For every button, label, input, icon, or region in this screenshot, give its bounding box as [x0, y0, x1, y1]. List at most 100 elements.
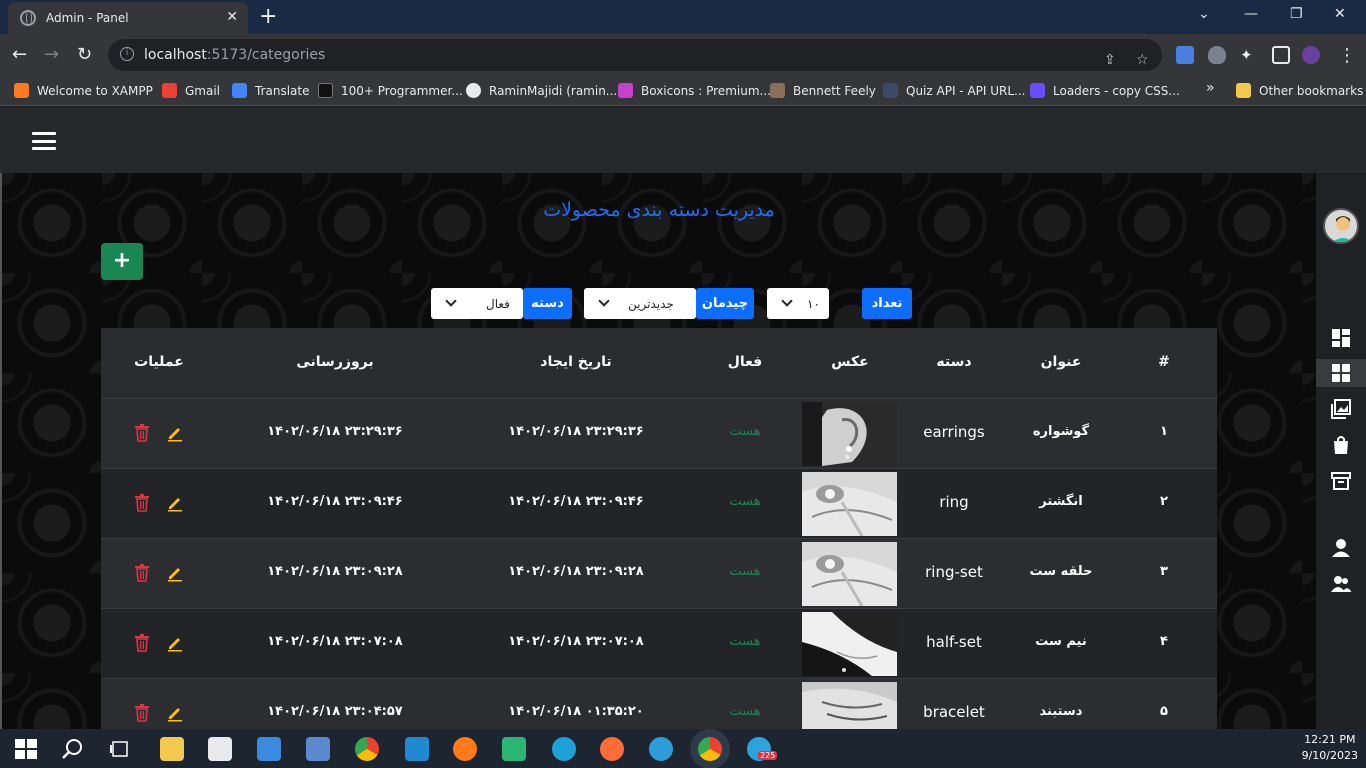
bookmark-label: Bennett Feely — [793, 83, 876, 98]
folder-icon — [1236, 83, 1251, 98]
table-row: ۱ گوشواره earrings هست ۱۴۰۲/۰۶/۱۸ ۲۳:۲۹:… — [101, 398, 1217, 468]
gallery-icon[interactable] — [1331, 399, 1351, 419]
row-slug: earrings — [923, 423, 985, 441]
edit-pencil-icon[interactable] — [167, 564, 183, 582]
count-select[interactable]: ۱۰ — [767, 288, 829, 319]
bookmark-xampp[interactable]: Welcome to XAMPP — [14, 83, 153, 98]
delete-trash-icon[interactable] — [134, 704, 150, 722]
app-header — [0, 107, 1366, 173]
delete-trash-icon[interactable] — [134, 634, 150, 652]
profile-avatar-icon[interactable] — [1302, 46, 1320, 64]
shopping-bag-icon[interactable] — [1331, 435, 1351, 455]
row-created: ۱۴۰۲/۰۶/۱۸ ۲۳:۰۹:۴۶ — [508, 494, 644, 509]
bookmark-label: Quiz API - API URL... — [906, 83, 1026, 98]
row-created: ۱۴۰۲/۰۶/۱۸ ۲۳:۲۹:۳۶ — [508, 424, 644, 439]
bookmark-programmer[interactable]: 100+ Programmer... — [318, 83, 463, 98]
row-title: نیم ست — [1035, 634, 1087, 649]
mail-icon[interactable] — [257, 737, 281, 761]
table-row: ۳ حلقه ست ring-set هست ۱۴۰۲/۰۶/۱۸ ۲۳:۰۹:… — [101, 538, 1217, 608]
row-title: دستبند — [1039, 704, 1083, 719]
address-bar[interactable]: i localhost:5173/categories ⇪ ☆ — [108, 39, 1162, 71]
bookmark-star-icon[interactable]: ☆ — [1136, 52, 1149, 68]
table-row: ۲ انگشتر ring هست ۱۴۰۲/۰۶/۱۸ ۲۳:۰۹:۴۶ ۱۴… — [101, 468, 1217, 538]
edge-icon[interactable] — [552, 737, 576, 761]
extensions-icon[interactable]: ✦ — [1240, 46, 1258, 64]
bennett-feely-icon — [770, 83, 785, 98]
translate-extension-icon[interactable] — [1176, 46, 1194, 64]
other-bookmarks[interactable]: Other bookmarks — [1236, 83, 1363, 98]
user-avatar[interactable] — [1323, 208, 1359, 244]
row-index: ۳ — [1160, 564, 1168, 579]
search-icon[interactable] — [60, 737, 84, 761]
bookmark-quiz-api[interactable]: Quiz API - API URL... — [883, 83, 1026, 98]
postman-icon[interactable] — [600, 737, 624, 761]
row-index: ۲ — [1160, 494, 1168, 509]
edit-pencil-icon[interactable] — [167, 424, 183, 442]
bookmark-bennett-feely[interactable]: Bennett Feely — [770, 83, 876, 98]
minimize-icon[interactable]: — — [1244, 6, 1258, 22]
menu-kebab-icon[interactable]: ⋮ — [1338, 45, 1356, 66]
categories-icon[interactable] — [1331, 363, 1351, 383]
add-category-button[interactable]: + — [101, 243, 143, 280]
edit-pencil-icon[interactable] — [167, 494, 183, 512]
browser-tab[interactable]: Admin - Panel ✕ — [8, 2, 248, 34]
chevron-down-icon — [598, 295, 610, 307]
delete-trash-icon[interactable] — [134, 564, 150, 582]
delete-trash-icon[interactable] — [134, 494, 150, 512]
windows-start-icon[interactable] — [14, 737, 38, 761]
users-group-icon[interactable] — [1331, 574, 1351, 594]
url-host: localhost — [144, 47, 207, 63]
right-sidebar — [1316, 173, 1366, 729]
forward-icon[interactable]: → — [44, 44, 59, 65]
bookmark-gmail[interactable]: Gmail — [162, 83, 220, 98]
site-info-icon[interactable]: i — [120, 47, 134, 61]
edit-pencil-icon[interactable] — [167, 704, 183, 722]
bookmark-label: Translate — [255, 83, 310, 98]
new-tab-button[interactable]: + — [259, 4, 277, 29]
speedometer-app-icon[interactable] — [502, 737, 526, 761]
vscode-icon[interactable] — [405, 737, 429, 761]
row-updated: ۱۴۰۲/۰۶/۱۸ ۲۳:۰۴:۵۷ — [267, 704, 403, 719]
task-view-icon[interactable] — [108, 737, 132, 761]
reload-icon[interactable]: ↻ — [77, 44, 92, 65]
laptop-app-icon[interactable] — [306, 737, 330, 761]
tab-search-icon[interactable]: ⌄ — [1198, 6, 1210, 22]
header-image: عکس — [831, 354, 869, 370]
globe-icon — [20, 10, 36, 26]
shield-extension-icon[interactable] — [1208, 46, 1226, 64]
edit-pencil-icon[interactable] — [167, 634, 183, 652]
chevron-down-icon — [781, 295, 793, 307]
back-icon[interactable]: ← — [12, 44, 27, 65]
user-icon[interactable] — [1331, 538, 1351, 558]
chrome-active-icon[interactable] — [698, 737, 722, 761]
dashboard-icon[interactable] — [1331, 328, 1351, 348]
delete-trash-icon[interactable] — [134, 424, 150, 442]
bookmark-translate[interactable]: Translate — [232, 83, 310, 98]
app-icon[interactable] — [649, 737, 673, 761]
side-panel-icon[interactable] — [1272, 46, 1290, 64]
file-explorer-icon[interactable] — [160, 737, 184, 761]
browser-toolbar: ← → ↻ i localhost:5173/categories ⇪ ☆ ✦ … — [0, 34, 1366, 76]
bookmark-loaders[interactable]: Loaders - copy CSS... — [1030, 83, 1180, 98]
bookmark-label: Welcome to XAMPP — [37, 83, 153, 98]
chrome-icon[interactable] — [355, 737, 379, 761]
count-label: تعداد — [862, 288, 912, 319]
header-category: دسته — [936, 354, 972, 370]
restore-icon[interactable]: ❐ — [1290, 6, 1303, 22]
share-icon[interactable]: ⇪ — [1104, 52, 1116, 68]
sort-select[interactable]: جدیدترین — [584, 288, 696, 319]
archive-icon[interactable] — [1331, 471, 1351, 491]
row-active: هست — [729, 564, 761, 579]
bookmark-boxicons[interactable]: Boxicons : Premium... — [618, 83, 771, 98]
microsoft-store-icon[interactable] — [208, 737, 232, 761]
close-window-icon[interactable]: ✕ — [1334, 6, 1346, 22]
system-clock[interactable]: 12:21 PM 9/10/2023 — [1302, 732, 1358, 764]
row-slug: half-set — [926, 633, 982, 651]
bookmark-github[interactable]: RaminMajidi (ramin... — [466, 83, 617, 98]
bookmarks-overflow-icon[interactable]: » — [1206, 80, 1215, 96]
firefox-icon[interactable] — [453, 737, 477, 761]
hamburger-menu-icon[interactable] — [32, 132, 56, 150]
header-active: فعال — [727, 354, 763, 370]
category-select[interactable]: فعال — [431, 288, 523, 319]
close-tab-icon[interactable]: ✕ — [226, 9, 238, 25]
